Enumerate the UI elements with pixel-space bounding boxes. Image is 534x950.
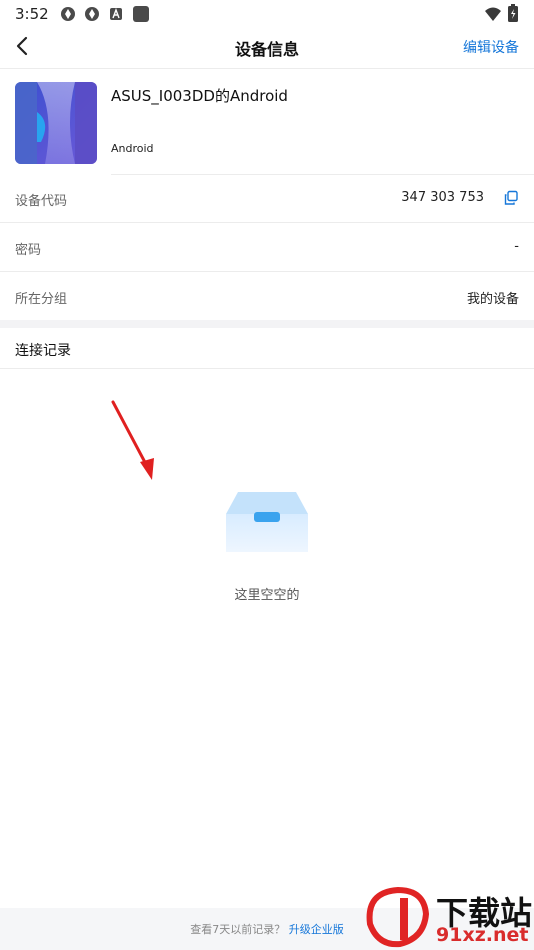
- device-wallpaper-thumbnail: [15, 82, 97, 164]
- password-label: 密码: [15, 243, 42, 258]
- app-bar: 设备信息 编辑设备: [0, 28, 534, 69]
- wifi-icon: [485, 7, 501, 21]
- divider: [0, 368, 534, 369]
- connection-records-title: 连接记录: [15, 343, 71, 359]
- page-title: 设备信息: [234, 40, 299, 59]
- device-code-row: 设备代码 347 303 753: [0, 175, 534, 223]
- app-icon: [61, 7, 75, 21]
- annotation-arrow: [111, 400, 154, 480]
- watermark-site: 91xz.net: [436, 924, 529, 946]
- app-icon: [85, 7, 99, 21]
- status-bar: 3:52: [0, 0, 534, 28]
- empty-state-text: 这里空空的: [234, 588, 300, 603]
- device-code-label: 设备代码: [15, 194, 68, 209]
- font-icon: [110, 8, 122, 20]
- section-gap: [0, 320, 534, 328]
- square-icon: [133, 6, 149, 22]
- copy-icon[interactable]: [503, 190, 519, 206]
- status-time: 3:52: [15, 5, 49, 23]
- battery-icon: [508, 4, 518, 22]
- device-name: ASUS_I003DD的Android: [111, 87, 288, 105]
- empty-inbox-icon: [226, 492, 308, 552]
- watermark-logo-icon: [366, 886, 430, 948]
- password-row: 密码 -: [0, 224, 534, 272]
- upgrade-enterprise-link[interactable]: 升级企业版: [289, 923, 344, 936]
- edit-device-button[interactable]: 编辑设备: [463, 37, 519, 57]
- group-value: 我的设备: [466, 292, 519, 307]
- group-label: 所在分组: [15, 292, 68, 307]
- divider: [0, 222, 534, 223]
- password-value: -: [514, 239, 519, 254]
- footer-prefix: 查看7天以前记录？: [190, 923, 286, 936]
- device-code-value: 347 303 753: [401, 190, 484, 205]
- device-os-label: Android: [111, 142, 154, 155]
- divider: [0, 271, 534, 272]
- group-row[interactable]: 所在分组 我的设备: [0, 273, 534, 321]
